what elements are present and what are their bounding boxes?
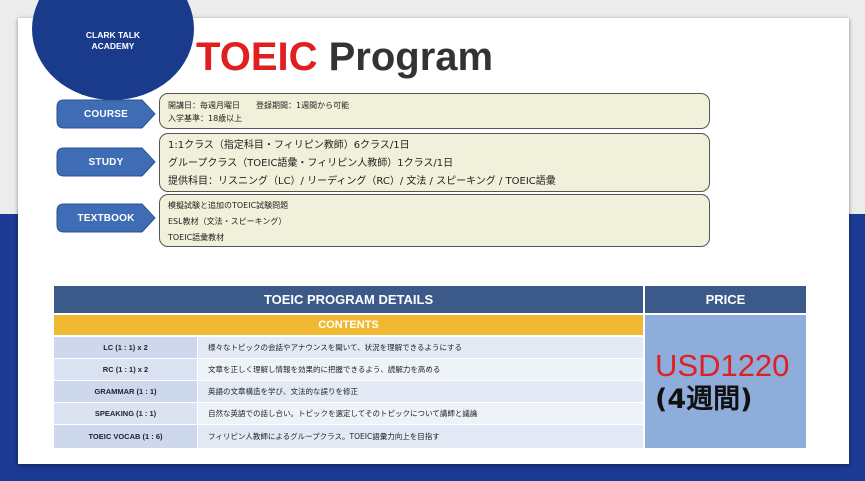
table-row-desc: 英語の文章構造を学び、文法的な誤りを修正: [197, 380, 643, 402]
logo-text: CLARK TALK ACADEMY: [32, 30, 194, 52]
title-highlight: TOEIC: [196, 35, 318, 79]
textbook-line-2: ESL教材（文法・スピーキング）: [168, 217, 287, 226]
table-row-desc: フィリピン人教師によるグループクラス。TOEIC語彙力向上を目指す: [197, 424, 643, 448]
price-duration: (4週間): [655, 383, 753, 415]
table-row-label: SPEAKING (1 : 1): [54, 402, 197, 424]
slide: CLARK TALK ACADEMY TOEIC Program COURSE …: [18, 0, 849, 464]
study-line-1: 1:1クラス（指定科目・フィリピン教師）6クラス/1日: [168, 140, 410, 151]
study-line-3: 提供科目：リスニング（LC）/ リーディング（RC）/ 文法 / スピーキング …: [168, 176, 556, 187]
textbook-line-1: 模擬試験と追加のTOEIC試験問題: [168, 201, 289, 210]
table-row-label: LC (1 : 1) x 2: [54, 336, 197, 358]
price-cell: USD1220 (4週間): [645, 315, 806, 448]
tag-course: COURSE: [56, 99, 156, 129]
tag-course-label: COURSE: [84, 108, 128, 120]
tag-study-label: STUDY: [88, 156, 124, 168]
table-row-desc: 文章を正しく理解し情報を効果的に把握できるよう、読解力を高める: [197, 358, 643, 380]
table-row-desc: 自然な英語での話し合い。トピックを選定してそのトピックについて講師と議論: [197, 402, 643, 424]
logo-line-2: ACADEMY: [91, 41, 135, 51]
contents-header: CONTENTS: [54, 315, 643, 335]
table-row-desc: 様々なトピックの会話やアナウンスを聞いて、状況を理解できるようにする: [197, 336, 643, 358]
course-line-1: 開講日：毎週月曜日 登録期間：1週間から可能: [168, 101, 350, 110]
tag-textbook-label: TEXTBOOK: [77, 212, 135, 224]
logo-line-1: CLARK TALK: [85, 30, 141, 40]
study-box: 1:1クラス（指定科目・フィリピン教師）6クラス/1日 グループクラス（TOEI…: [159, 133, 710, 192]
table-row-label: RC (1 : 1) x 2: [54, 358, 197, 380]
table-row-label: TOEIC VOCAB (1 : 6): [54, 424, 197, 448]
table-row-label: GRAMMAR (1 : 1): [54, 380, 197, 402]
table-header-price: PRICE: [645, 286, 806, 313]
textbook-line-3: TOEIC語彙教材: [168, 233, 225, 242]
textbook-box: 模擬試験と追加のTOEIC試験問題 ESL教材（文法・スピーキング） TOEIC…: [159, 194, 710, 247]
tag-study: STUDY: [56, 147, 156, 177]
study-line-2: グループクラス（TOEIC語彙・フィリピン人教師）1クラス/1日: [168, 158, 454, 169]
price-amount: USD1220: [655, 347, 790, 383]
course-box: 開講日：毎週月曜日 登録期間：1週間から可能 入学基準：18歳以上: [159, 93, 710, 129]
page-title: TOEIC Program: [196, 34, 493, 80]
table-header-details: TOEIC PROGRAM DETAILS: [54, 286, 643, 313]
program-table: TOEIC PROGRAM DETAILS PRICE CONTENTS LC …: [54, 286, 806, 450]
course-line-2: 入学基準：18歳以上: [168, 114, 243, 123]
tag-textbook: TEXTBOOK: [56, 203, 156, 233]
title-rest: Program: [317, 35, 494, 79]
